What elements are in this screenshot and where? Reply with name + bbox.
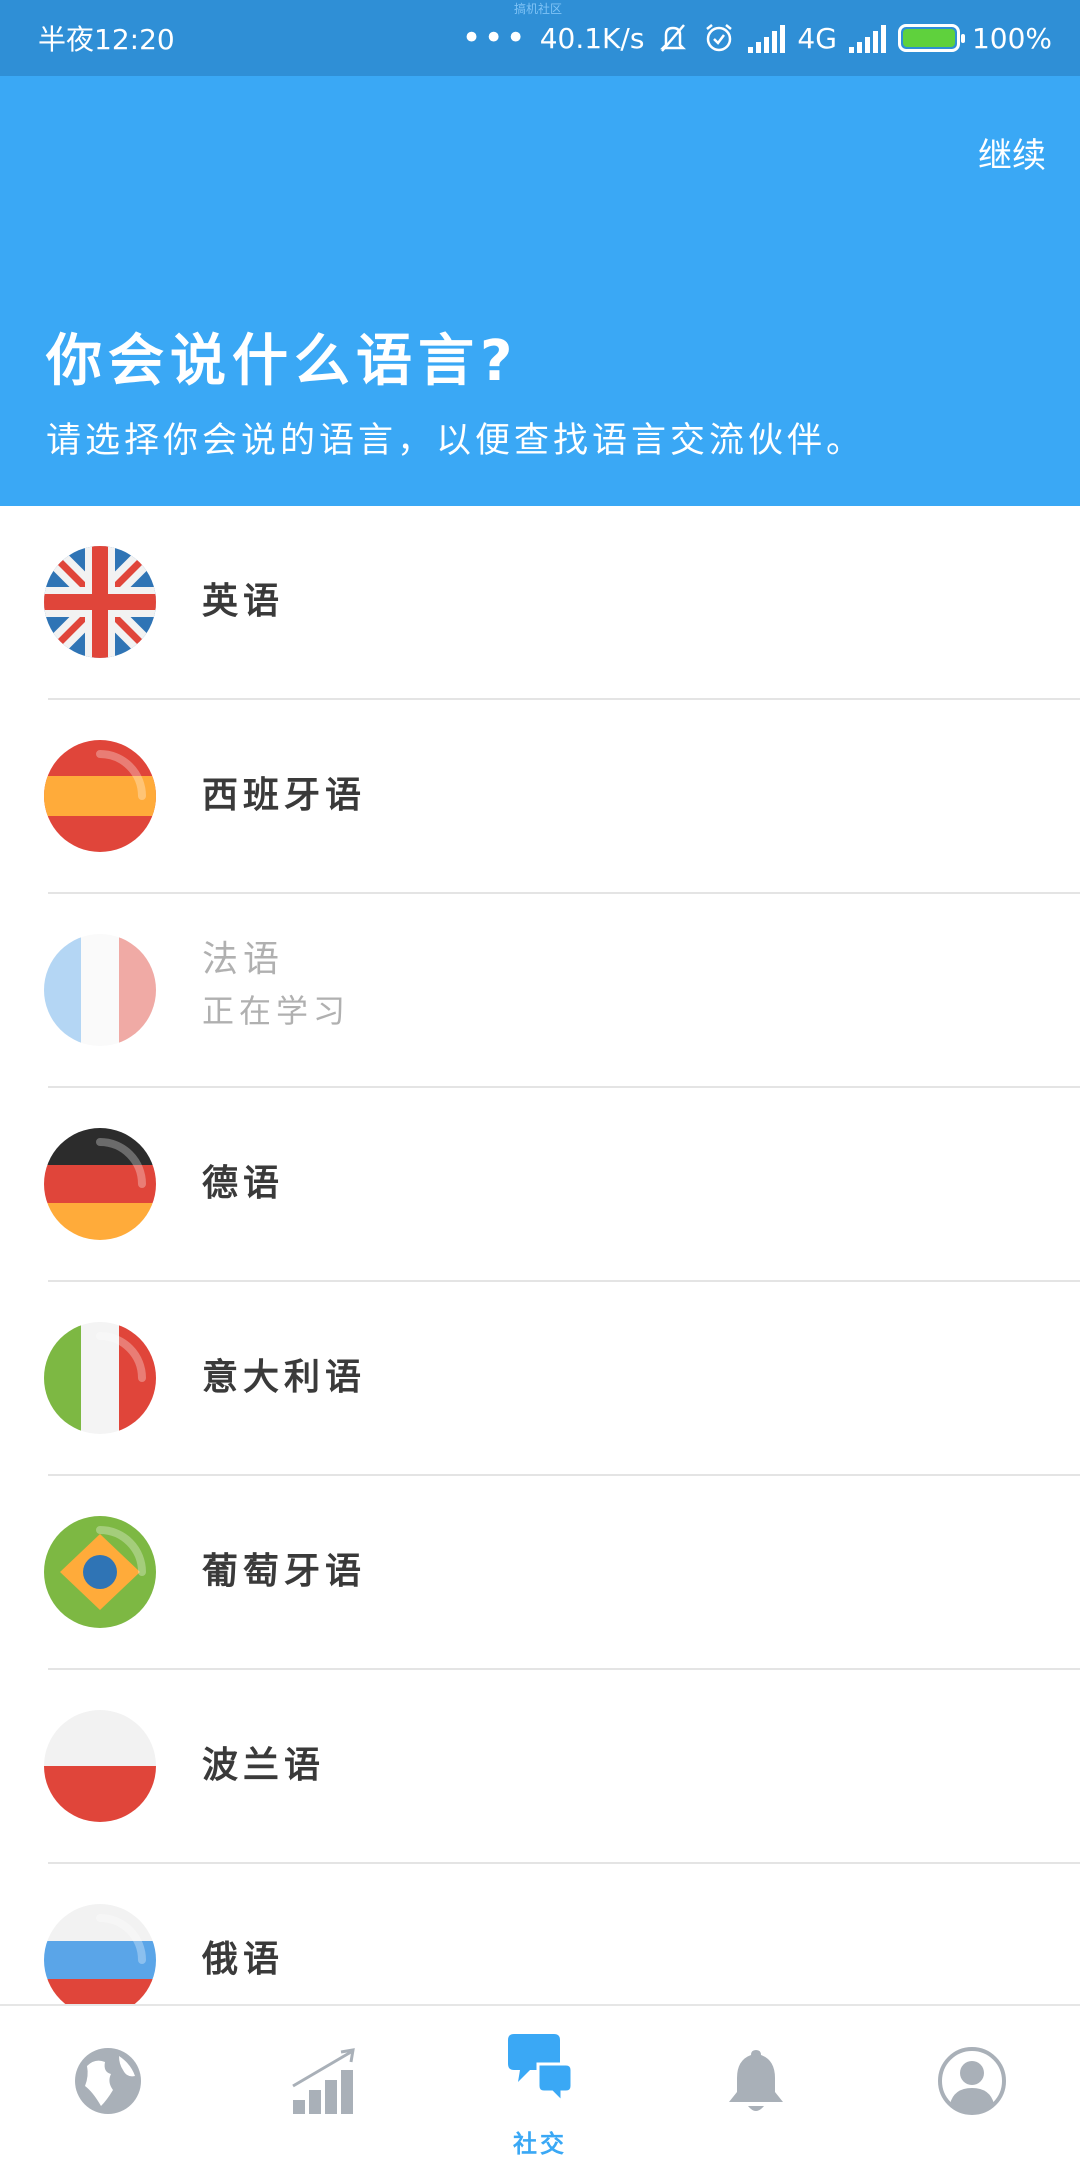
network-type: 4G [797,21,837,55]
italy-flag-icon [44,1322,156,1434]
more-notifications-icon: ••• [461,18,528,58]
language-item-portuguese[interactable]: 葡萄牙语 [44,1476,1080,1670]
battery-charging-icon [897,24,965,52]
nav-profile[interactable] [864,2006,1080,2162]
language-item-spanish[interactable]: 西班牙语 [44,700,1080,894]
status-time: 半夜12:20 [38,23,175,56]
language-name: 葡萄牙语 [202,1551,367,1592]
alarm-icon [706,24,733,52]
net-speed: 40.1K/s [539,21,645,55]
france-flag-icon [44,934,156,1046]
status-notification-label: 搞机社区 [514,2,563,16]
language-name: 意大利语 [202,1357,367,1398]
language-item-german[interactable]: 德语 [44,1088,1080,1282]
language-item-polish[interactable]: 波兰语 [44,1670,1080,1864]
profile-avatar-icon [938,2047,1006,2115]
page-subtitle: 请选择你会说的语言，以便查找语言交流伙伴。 [46,421,866,461]
spain-flag-icon [44,740,156,852]
language-status: 正在学习 [202,992,351,1030]
nav-social[interactable]: 社交 [432,2006,648,2162]
language-name: 德语 [202,1163,285,1204]
bottom-navigation: 社交 [0,2004,1080,2162]
language-name: 英语 [202,581,285,622]
progress-chart-icon [292,2048,355,2114]
nav-learn[interactable] [0,2006,216,2162]
language-name: 波兰语 [202,1745,326,1786]
language-name: 西班牙语 [202,775,367,816]
language-list: 英语 西班牙语 法语 正在学习 德语 意大利语 葡萄牙语 波兰语 俄语 [0,506,1080,2058]
language-item-italian[interactable]: 意大利语 [44,1282,1080,1476]
battery-level: 100% [971,21,1052,55]
nav-progress[interactable] [216,2006,432,2162]
brazil-flag-icon [44,1516,156,1628]
page-title: 你会说什么语言? [46,329,519,394]
poland-flag-icon [44,1710,156,1822]
language-item-english[interactable]: 英语 [44,506,1080,700]
bell-icon [729,2050,783,2111]
mute-vibrate-icon [660,24,687,52]
globe-icon [75,2048,141,2114]
uk-flag-icon [44,546,156,658]
continue-button[interactable]: 继续 [978,128,1046,177]
nav-notifications[interactable] [648,2006,864,2162]
russia-flag-icon [44,1904,156,2016]
language-name: 法语 [202,939,285,980]
signal-strength-icon [748,23,786,53]
signal-strength-2-icon [848,23,886,53]
header: 继续 你会说什么语言? 请选择你会说的语言，以便查找语言交流伙伴。 [0,76,1080,506]
status-bar: 半夜12:20 搞机社区 ••• 40.1K/s 4G 100% [0,0,1080,76]
status-indicators: ••• 40.1K/s 4G 100% [462,21,1052,55]
language-item-french: 法语 正在学习 [44,894,1080,1088]
chat-bubbles-icon [508,2034,574,2106]
germany-flag-icon [44,1128,156,1240]
nav-social-label: 社交 [513,2130,567,2158]
